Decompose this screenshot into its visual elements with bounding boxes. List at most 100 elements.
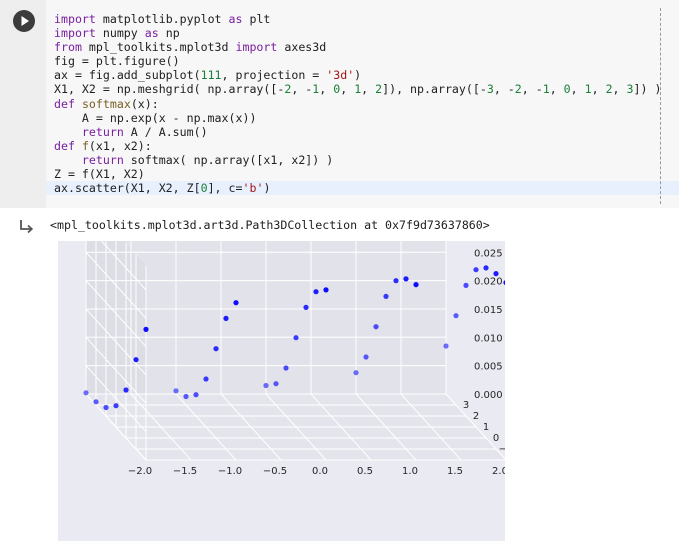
code-token: 'b' [242,181,264,196]
data-point [443,343,449,349]
data-point [413,282,419,288]
code-token: X1, X2 = np.meshgrid( np.array([- [54,82,285,97]
code-token: import [54,26,96,41]
y-tick-label: 1 [483,422,489,433]
code-line[interactable]: X1, X2 = np.meshgrid( np.array([-2, -1, … [54,82,661,96]
data-point [113,403,119,409]
code-token: 0 [563,82,571,97]
code-token: , projection = [221,68,327,83]
code-token: ax = fig.add_subplot( [54,68,201,83]
code-token: mpl_toolkits.mplot3d [81,40,236,55]
code-token: ax.scatter(X1, X2, Z[ [54,181,201,196]
run-cell-button[interactable] [13,10,35,32]
code-line[interactable]: ax = fig.add_subplot(111, projection = '… [54,68,661,82]
code-editor[interactable]: import matplotlib.pyplot as plt import nu… [46,0,679,208]
data-point [383,293,389,299]
code-line[interactable]: fig = plt.figure() [54,54,661,68]
code-token: def [54,138,75,153]
code-token: 3 [626,82,634,97]
code-token: , - [291,82,313,97]
code-line[interactable]: import numpy as np [54,26,661,40]
data-point [183,393,189,400]
data-point [143,326,149,332]
code-token: 111 [200,68,222,83]
code-token: , [612,82,627,97]
code-token: , [570,82,585,97]
code-line[interactable]: from mpl_toolkits.mplot3d import axes3d [54,40,661,54]
z-tick-label: 0.005 [474,362,503,373]
data-point [213,346,219,352]
play-icon [21,16,29,26]
code-token: from [54,40,82,55]
x-tick-label: 2.0 [492,466,505,477]
data-point [353,370,359,376]
y-tick-label: 3 [463,400,469,411]
code-line[interactable]: return softmax( np.array([x1, x2]) ) [54,153,661,167]
code-token: ]) ) [633,82,662,97]
code-token: import [54,12,96,26]
data-point [103,404,109,411]
output-text: <mpl_toolkits.mplot3d.art3d.Path3DCollec… [50,218,490,232]
data-point [273,381,279,387]
code-token: import [235,40,278,55]
data-point [133,357,139,363]
code-token: ) [354,68,362,83]
data-point [503,280,505,285]
z-tick-label: 0.020 [474,277,503,288]
output-arrow-icon [20,220,34,234]
code-token: def [54,96,75,111]
x-tick-label: 0.5 [357,466,373,477]
code-token: softmax [81,96,131,111]
code-token: , [591,82,606,97]
data-point [263,382,269,389]
code-token: , [361,82,376,97]
data-point [393,278,399,284]
code-line[interactable]: import matplotlib.pyplot as plt [54,12,661,26]
code-token: (x1, x2): [88,138,152,153]
code-line[interactable]: def f(x1, x2): [54,139,661,153]
x-tick-label: −1.5 [173,466,197,477]
code-text[interactable]: import matplotlib.pyplot as plt import nu… [54,12,661,195]
code-line[interactable]: return A / A.sum() [54,125,661,139]
code-token: axes3d [277,40,327,55]
x-tick-label: 0.0 [312,466,328,477]
y-tick-label: 0 [493,433,499,444]
code-token: A / A.sum() [123,124,208,139]
code-token: , [549,82,564,97]
code-token: 3 [486,82,494,97]
code-token: , [319,82,334,97]
z-tick-label: 0.010 [474,333,503,344]
code-token: 1 [542,82,550,97]
data-point [363,354,369,360]
code-token: ], c= [207,181,243,196]
x-tick-label: −0.5 [263,466,287,477]
code-token: 0 [200,181,208,196]
code-token: return [81,124,124,139]
code-line[interactable]: def softmax(x): [54,97,661,111]
code-token: f [81,138,89,153]
code-token: Z = f(X1, X2) [54,167,145,182]
code-token: ]), np.array([- [382,82,487,97]
z-tick-label: 0.000 [474,390,503,401]
code-token: numpy [95,26,145,41]
data-point [473,267,479,273]
code-token: (x): [130,96,159,111]
code-token: 2 [514,82,522,97]
data-point [123,387,129,393]
code-token: np [158,26,180,41]
code-line[interactable]: A = np.exp(x - np.max(x)) [54,111,661,125]
code-token: ) [263,181,271,196]
code-line[interactable]: ax.scatter(X1, X2, Z[0], c='b') [54,181,661,195]
y-tick-label: 2 [473,411,479,422]
code-line[interactable]: Z = f(X1, X2) [54,167,661,181]
code-token: A = np.exp(x - np.max(x)) [54,110,257,125]
code-token: matplotlib.pyplot [95,12,229,26]
cell-gutter [0,0,46,208]
data-point [403,276,409,282]
data-point [483,265,489,271]
data-point [203,376,209,382]
notebook-code-cell: import matplotlib.pyplot as plt import nu… [0,0,679,557]
